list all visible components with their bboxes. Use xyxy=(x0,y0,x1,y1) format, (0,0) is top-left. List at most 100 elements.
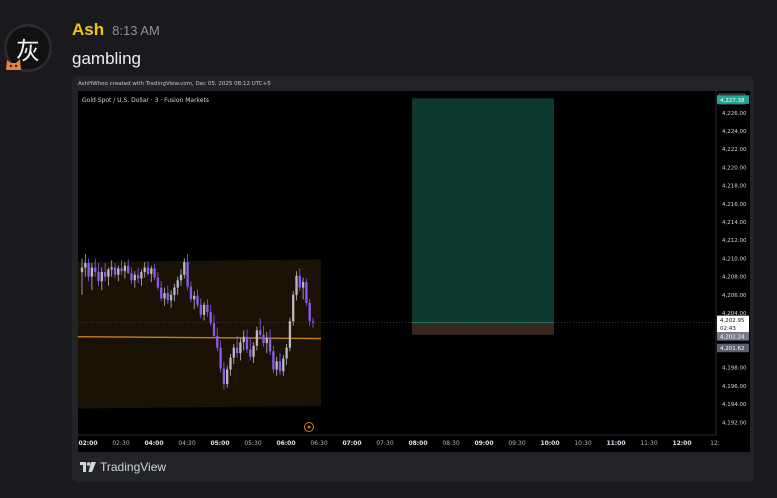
price-tag-label: 02:43 xyxy=(720,326,736,332)
price-tick-label: 4,194.00 xyxy=(722,402,747,408)
time-tick-label: 04:00 xyxy=(144,440,163,447)
chart-title: Gold Spot / U.S. Dollar · 3 · Fusion Mar… xyxy=(82,97,209,104)
candle-body xyxy=(202,304,206,315)
candle-body xyxy=(90,267,94,277)
candle-body xyxy=(232,347,235,358)
price-tick-label: 4,216.00 xyxy=(722,202,747,208)
candle-body xyxy=(94,267,97,273)
candle-body xyxy=(249,349,252,357)
candle-body xyxy=(255,330,259,346)
time-tick-label: 05:00 xyxy=(210,440,229,447)
candle-body xyxy=(166,293,169,301)
candle-body xyxy=(272,351,275,370)
candle-body xyxy=(120,268,123,272)
candle-body xyxy=(156,277,160,288)
tradingview-logo-icon xyxy=(80,462,96,472)
chart-svg: Gold Spot / U.S. Dollar · 3 · Fusion Mar… xyxy=(78,91,749,447)
candle-body xyxy=(136,274,140,279)
time-tick-label: 10:00 xyxy=(540,440,559,447)
candle-body xyxy=(242,336,245,343)
candle-body xyxy=(110,267,113,270)
candle-body xyxy=(206,304,209,313)
time-tick-label: 06:00 xyxy=(276,440,295,447)
candle-body xyxy=(133,274,136,281)
candle-body xyxy=(305,282,308,304)
price-tag-label: 4,227.38 xyxy=(720,98,745,104)
message-timestamp[interactable]: 8:13 AM xyxy=(112,23,160,38)
candle-body xyxy=(259,330,262,335)
candle-body xyxy=(146,267,150,274)
price-tick-label: 4,222.00 xyxy=(722,147,747,153)
candle-body xyxy=(219,347,222,369)
candle-body xyxy=(140,272,143,279)
candle-body xyxy=(130,273,133,281)
time-tick-label: 09:00 xyxy=(474,440,493,447)
message-header: Ash 8:13 AM xyxy=(72,20,160,40)
time-tick-label: 12:00 xyxy=(672,440,691,447)
price-tick-label: 4,220.00 xyxy=(722,165,747,171)
candle-body xyxy=(183,262,186,275)
time-tick-label: 02:00 xyxy=(78,440,97,447)
username[interactable]: Ash xyxy=(72,20,104,40)
price-tag-label: 4,201.62 xyxy=(720,346,745,352)
candle-body xyxy=(252,345,255,357)
candle-body xyxy=(308,303,311,322)
price-tag-label: 4,202.24 xyxy=(720,335,745,341)
price-tick-label: 4,224.00 xyxy=(722,129,747,135)
image-attachment[interactable]: AshHWhoo created with TradingView.com, D… xyxy=(72,76,754,482)
candle-body xyxy=(163,293,166,299)
candle-body xyxy=(117,268,120,275)
candle-body xyxy=(298,275,301,288)
candle-body xyxy=(176,280,179,288)
time-tick-label: 10:30 xyxy=(574,440,591,447)
candle-body xyxy=(199,304,202,315)
candle-body xyxy=(222,368,226,385)
candle-body xyxy=(226,369,229,385)
price-tick-label: 4,212.00 xyxy=(722,238,747,244)
time-tick-label: 12: xyxy=(710,440,720,447)
candle-body xyxy=(285,347,288,359)
candle-body xyxy=(80,267,84,273)
candle-body xyxy=(282,358,285,372)
candle-body xyxy=(239,342,242,354)
time-tick-label: 08:30 xyxy=(442,440,459,447)
candle-body xyxy=(100,272,103,282)
candle-body xyxy=(160,287,163,299)
candle-body xyxy=(87,263,90,277)
candle-body xyxy=(153,268,156,278)
time-tick-label: 05:30 xyxy=(244,440,261,447)
cat-icon xyxy=(6,59,21,70)
time-tick-label: 11:30 xyxy=(640,440,657,447)
candle-body xyxy=(235,347,239,354)
time-tick-label: 04:30 xyxy=(178,440,195,447)
tradingview-credit: AshHWhoo created with TradingView.com, D… xyxy=(78,81,271,87)
candle-body xyxy=(84,263,87,268)
event-marker-dot xyxy=(307,425,311,429)
candle-body xyxy=(212,323,216,336)
candle-body xyxy=(103,272,107,277)
time-tick-label: 07:00 xyxy=(342,440,361,447)
position-stop-zone xyxy=(412,322,554,335)
candle-body xyxy=(97,272,100,282)
position-target-zone xyxy=(412,98,554,323)
price-tick-label: 4,226.00 xyxy=(722,111,747,117)
time-tick-label: 07:30 xyxy=(376,440,393,447)
candle-body xyxy=(143,267,146,273)
range-shading xyxy=(78,259,321,409)
candle-body xyxy=(275,361,278,370)
candle-body xyxy=(186,262,189,287)
price-tick-label: 4,208.00 xyxy=(722,275,747,281)
candle-body xyxy=(127,265,130,274)
candle-body xyxy=(311,321,315,323)
candle-body xyxy=(245,336,249,350)
price-tick-label: 4,192.00 xyxy=(722,420,747,426)
candle-body xyxy=(169,294,173,301)
candle-body xyxy=(301,282,305,288)
candle-body xyxy=(189,286,193,300)
candle-body xyxy=(278,361,282,372)
candle-body xyxy=(292,294,295,322)
user-avatar[interactable]: 灰 xyxy=(4,24,52,72)
candle-body xyxy=(209,312,212,324)
tradingview-logo[interactable]: TradingView xyxy=(80,460,166,474)
price-tick-label: 4,196.00 xyxy=(722,384,747,390)
